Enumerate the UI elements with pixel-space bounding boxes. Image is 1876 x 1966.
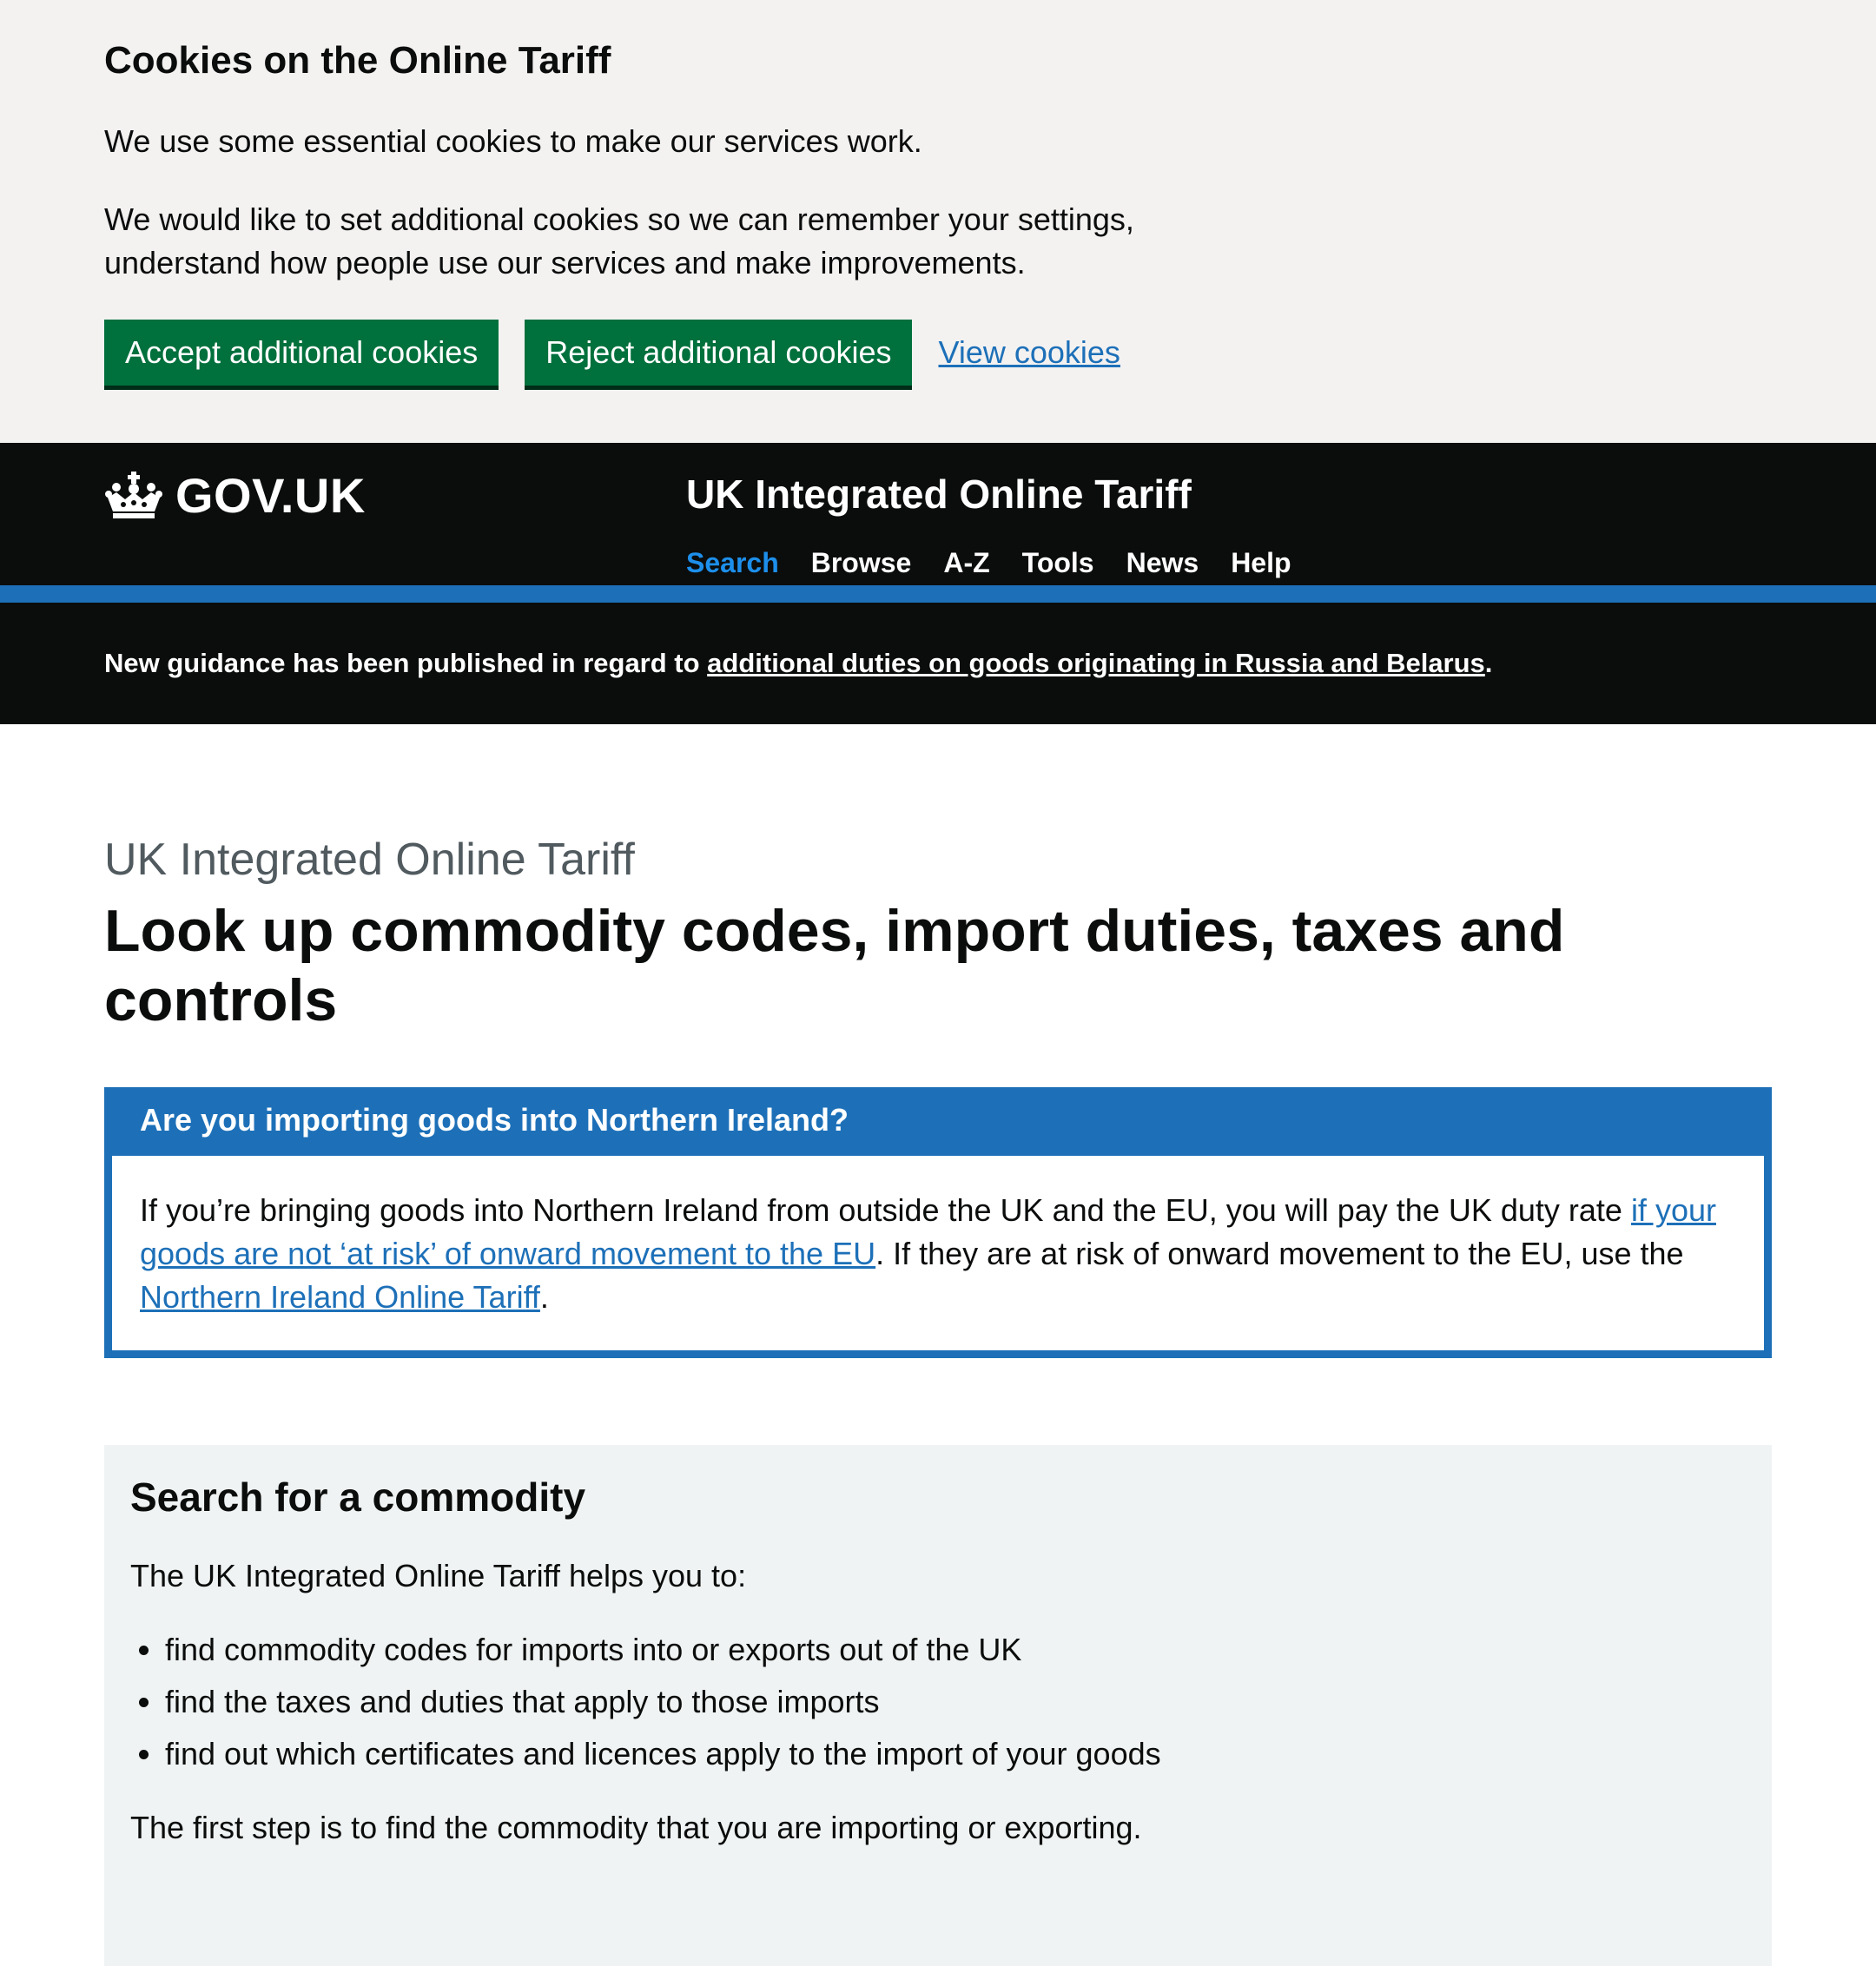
nav-item-a-z[interactable]: A-Z xyxy=(943,547,989,579)
northern-ireland-notice-body: If you’re bringing goods into Northern I… xyxy=(140,1192,1716,1315)
guidance-notification: New guidance has been published in regar… xyxy=(0,603,1876,724)
search-panel-heading: Search for a commodity xyxy=(130,1474,586,1520)
northern-ireland-tariff-link[interactable]: Northern Ireland Online Tariff xyxy=(140,1279,540,1315)
nav-item-browse[interactable]: Browse xyxy=(811,547,912,579)
bullet-icon xyxy=(139,1645,149,1655)
list-item: find commodity codes for imports into or… xyxy=(130,1624,1746,1676)
accept-cookies-button[interactable]: Accept additional cookies xyxy=(104,320,499,386)
nav-item-news[interactable]: News xyxy=(1126,547,1199,579)
bullet-icon xyxy=(139,1697,149,1707)
main-navigation: Search Browse A-Z Tools News Help xyxy=(686,547,1324,579)
view-cookies-link[interactable]: View cookies xyxy=(938,334,1120,371)
govuk-logo-link[interactable]: GOV.UK xyxy=(104,467,366,524)
search-commodity-panel: Search for a commodity The UK Integrated… xyxy=(104,1445,1772,1966)
list-item: find the taxes and duties that apply to … xyxy=(130,1676,1746,1728)
govuk-logotype: GOV.UK xyxy=(175,468,366,523)
site-header: GOV.UK UK Integrated Online Tariff Searc… xyxy=(0,443,1876,585)
crown-icon xyxy=(105,471,162,518)
northern-ireland-notice: Are you importing goods into Northern Ir… xyxy=(104,1087,1772,1358)
nav-item-tools[interactable]: Tools xyxy=(1022,547,1094,579)
cookie-banner-text: We use some essential cookies to make ou… xyxy=(104,123,922,159)
bullet-icon xyxy=(139,1749,149,1759)
main-content: UK Integrated Online Tariff Look up comm… xyxy=(0,724,1876,1966)
search-panel-list: find commodity codes for imports into or… xyxy=(130,1624,1746,1780)
search-panel-intro: The UK Integrated Online Tariff helps yo… xyxy=(130,1558,747,1593)
nav-item-help[interactable]: Help xyxy=(1231,547,1291,579)
northern-ireland-notice-heading: Are you importing goods into Northern Ir… xyxy=(112,1095,1764,1156)
page-caption: UK Integrated Online Tariff xyxy=(104,835,635,885)
page-title: Look up commodity codes, import duties, … xyxy=(104,898,1565,1033)
service-name-link[interactable]: UK Integrated Online Tariff xyxy=(686,471,1192,518)
list-item: find out which certificates and licences… xyxy=(130,1728,1746,1780)
cookie-banner-text-additional: We would like to set additional cookies … xyxy=(104,201,1134,280)
notification-text: New guidance has been published in regar… xyxy=(104,648,1493,678)
header-blue-bar xyxy=(0,585,1876,603)
russia-belarus-guidance-link[interactable]: additional duties on goods originating i… xyxy=(707,648,1485,678)
cookie-banner-heading: Cookies on the Online Tariff xyxy=(104,39,611,82)
search-panel-first-step: The first step is to find the commodity … xyxy=(130,1810,1142,1845)
reject-cookies-button[interactable]: Reject additional cookies xyxy=(525,320,913,386)
cookie-actions: Accept additional cookies Reject additio… xyxy=(104,320,1772,386)
cookie-banner: Cookies on the Online Tariff We use some… xyxy=(0,0,1876,443)
nav-item-search[interactable]: Search xyxy=(686,547,779,579)
